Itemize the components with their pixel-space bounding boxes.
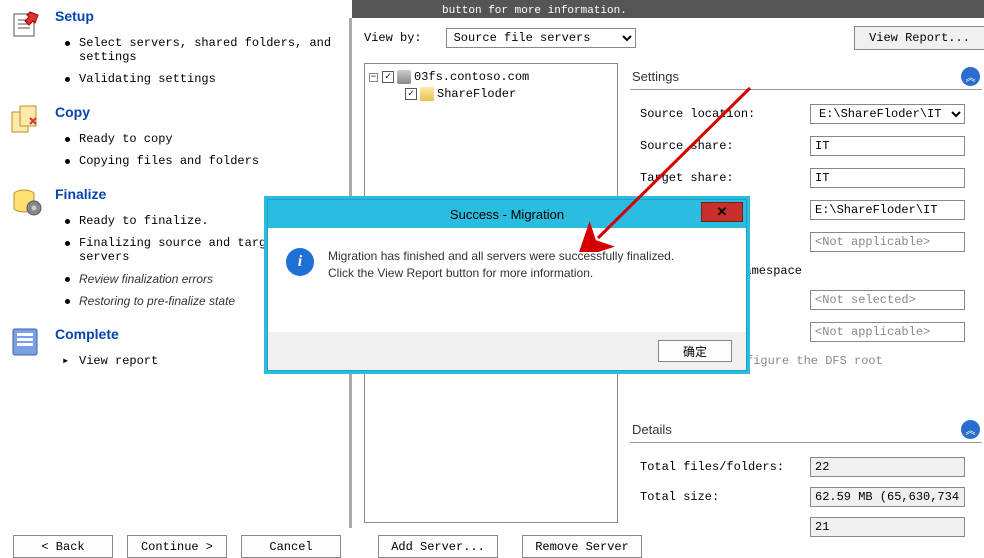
total-size-label: Total size: [630, 490, 810, 504]
modal-line2: Click the View Report button for more in… [328, 265, 674, 282]
section-setup: Setup Select servers, shared folders, an… [10, 8, 339, 86]
finalize-icon [10, 186, 42, 218]
success-modal: Success - Migration ✕ i Migration has fi… [267, 199, 747, 371]
back-button[interactable]: < Back [13, 535, 113, 558]
total-files-value [810, 457, 965, 477]
total-size-value [810, 487, 965, 507]
copy-item-1[interactable]: Copying files and folders [65, 154, 339, 168]
tree-root-label: 03fs.contoso.com [414, 70, 529, 84]
cancel-button[interactable]: Cancel [241, 535, 341, 558]
setup-icon [10, 8, 42, 40]
checkbox-child[interactable]: ✓ [405, 88, 417, 100]
not-applicable-1[interactable] [810, 232, 965, 252]
setup-item-1[interactable]: Validating settings [65, 72, 339, 86]
expand-icon[interactable]: − [369, 73, 378, 82]
checkbox-root[interactable]: ✓ [382, 71, 394, 83]
target-share-input[interactable] [810, 168, 965, 188]
modal-footer: 确定 [268, 332, 746, 370]
complete-icon [10, 326, 42, 358]
modal-message: Migration has finished and all servers w… [328, 248, 674, 282]
top-banner-strip: button for more information. [352, 0, 984, 18]
info-icon: i [286, 248, 314, 276]
modal-body: i Migration has finished and all servers… [268, 228, 746, 302]
source-share-label: Source share: [630, 139, 810, 153]
setup-item-0[interactable]: Select servers, shared folders, and sett… [65, 36, 339, 64]
copy-item-0[interactable]: Ready to copy [65, 132, 339, 146]
modal-line1: Migration has finished and all servers w… [328, 248, 674, 265]
collapse-up-icon[interactable]: ︽ [961, 67, 980, 86]
settings-header: Settings [632, 69, 961, 84]
viewby-row: View by: Source file servers View Report… [352, 18, 984, 58]
settings-header-row: Settings ︽ [630, 63, 982, 90]
close-icon: ✕ [717, 204, 728, 220]
close-button[interactable]: ✕ [701, 202, 743, 222]
source-share-input[interactable] [810, 136, 965, 156]
not-applicable-2[interactable] [810, 322, 965, 342]
folder-icon [420, 87, 434, 101]
viewby-select[interactable]: Source file servers [446, 28, 636, 48]
not-selected-input[interactable] [810, 290, 965, 310]
unc-input[interactable] [810, 200, 965, 220]
continue-button[interactable]: Continue > [127, 535, 227, 558]
tree-root-row[interactable]: − ✓ 03fs.contoso.com [369, 70, 613, 84]
modal-title-text: Success - Migration [450, 207, 564, 222]
viewby-label: View by: [364, 31, 422, 45]
remove-server-button[interactable]: Remove Server [522, 535, 642, 558]
target-share-label: Target share: [630, 171, 810, 185]
source-location-label: Source location: [630, 107, 810, 121]
banner-text: button for more information. [442, 5, 627, 17]
total-files-label: Total files/folders: [630, 460, 810, 474]
bottom-button-bar: < Back Continue > Cancel Add Server... R… [0, 528, 984, 558]
setup-header: Setup [55, 8, 339, 24]
collapse-up-icon-2[interactable]: ︽ [961, 420, 980, 439]
copy-icon [10, 104, 42, 136]
tree-child-row[interactable]: ✓ ShareFloder [405, 87, 613, 101]
server-icon [397, 70, 411, 84]
source-location-select[interactable]: E:\ShareFloder\IT [810, 104, 965, 124]
tree-child-label: ShareFloder [437, 87, 516, 101]
modal-titlebar: Success - Migration ✕ [268, 200, 746, 228]
add-server-button[interactable]: Add Server... [378, 535, 498, 558]
copy-header: Copy [55, 104, 339, 120]
details-header: Details [632, 422, 961, 437]
section-copy: Copy Ready to copy Copying files and fol… [10, 104, 339, 168]
ok-button[interactable]: 确定 [658, 340, 732, 362]
details-header-row: Details ︽ [630, 416, 982, 443]
view-report-button[interactable]: View Report... [854, 26, 984, 50]
